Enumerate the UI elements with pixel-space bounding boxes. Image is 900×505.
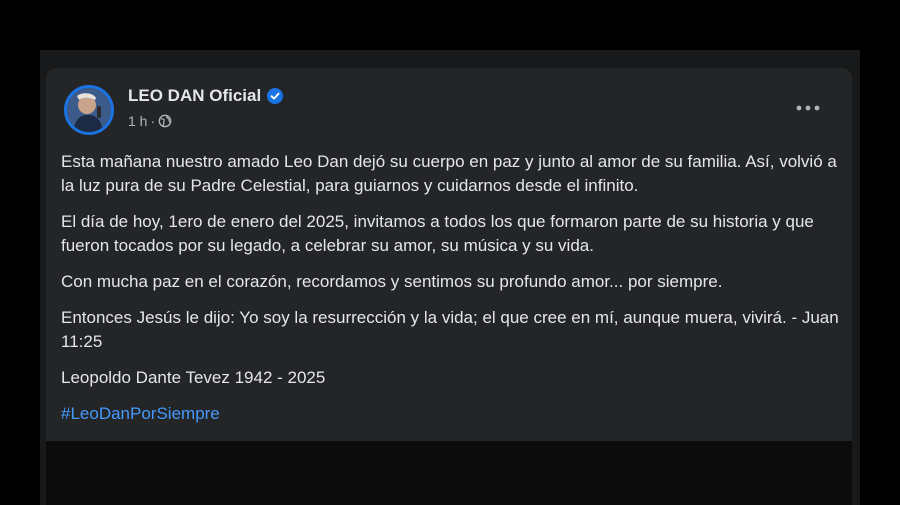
more-options-icon bbox=[796, 105, 820, 111]
post-card: LEO DAN Oficial 1 h · Esta mañana nuestr… bbox=[46, 68, 852, 505]
post-paragraph: Con mucha paz en el corazón, recordamos … bbox=[61, 272, 723, 291]
avatar[interactable] bbox=[64, 85, 114, 135]
hashtag-link[interactable]: #LeoDanPorSiempre bbox=[61, 404, 220, 423]
post-meta: 1 h · bbox=[128, 113, 172, 129]
verified-badge-icon bbox=[267, 88, 284, 104]
post-paragraph: Entonces Jesús le dijo: Yo soy la resurr… bbox=[61, 308, 839, 351]
post-paragraph: Esta mañana nuestro amado Leo Dan dejó s… bbox=[61, 152, 837, 195]
post-timestamp[interactable]: 1 h bbox=[128, 113, 147, 129]
more-options-button[interactable] bbox=[790, 94, 826, 122]
avatar-photo bbox=[67, 88, 111, 132]
meta-separator: · bbox=[150, 113, 156, 129]
post-media[interactable] bbox=[46, 441, 852, 505]
globe-icon bbox=[158, 114, 172, 128]
post-paragraph: Leopoldo Dante Tevez 1942 - 2025 bbox=[61, 368, 326, 387]
post-text: Esta mañana nuestro amado Leo Dan dejó s… bbox=[61, 150, 841, 438]
post-paragraph: El día de hoy, 1ero de enero del 2025, i… bbox=[61, 212, 814, 255]
hashtag-row: #LeoDanPorSiempre bbox=[61, 402, 841, 426]
page-name[interactable]: LEO DAN Oficial bbox=[128, 86, 261, 106]
page-name-row: LEO DAN Oficial bbox=[128, 86, 284, 106]
